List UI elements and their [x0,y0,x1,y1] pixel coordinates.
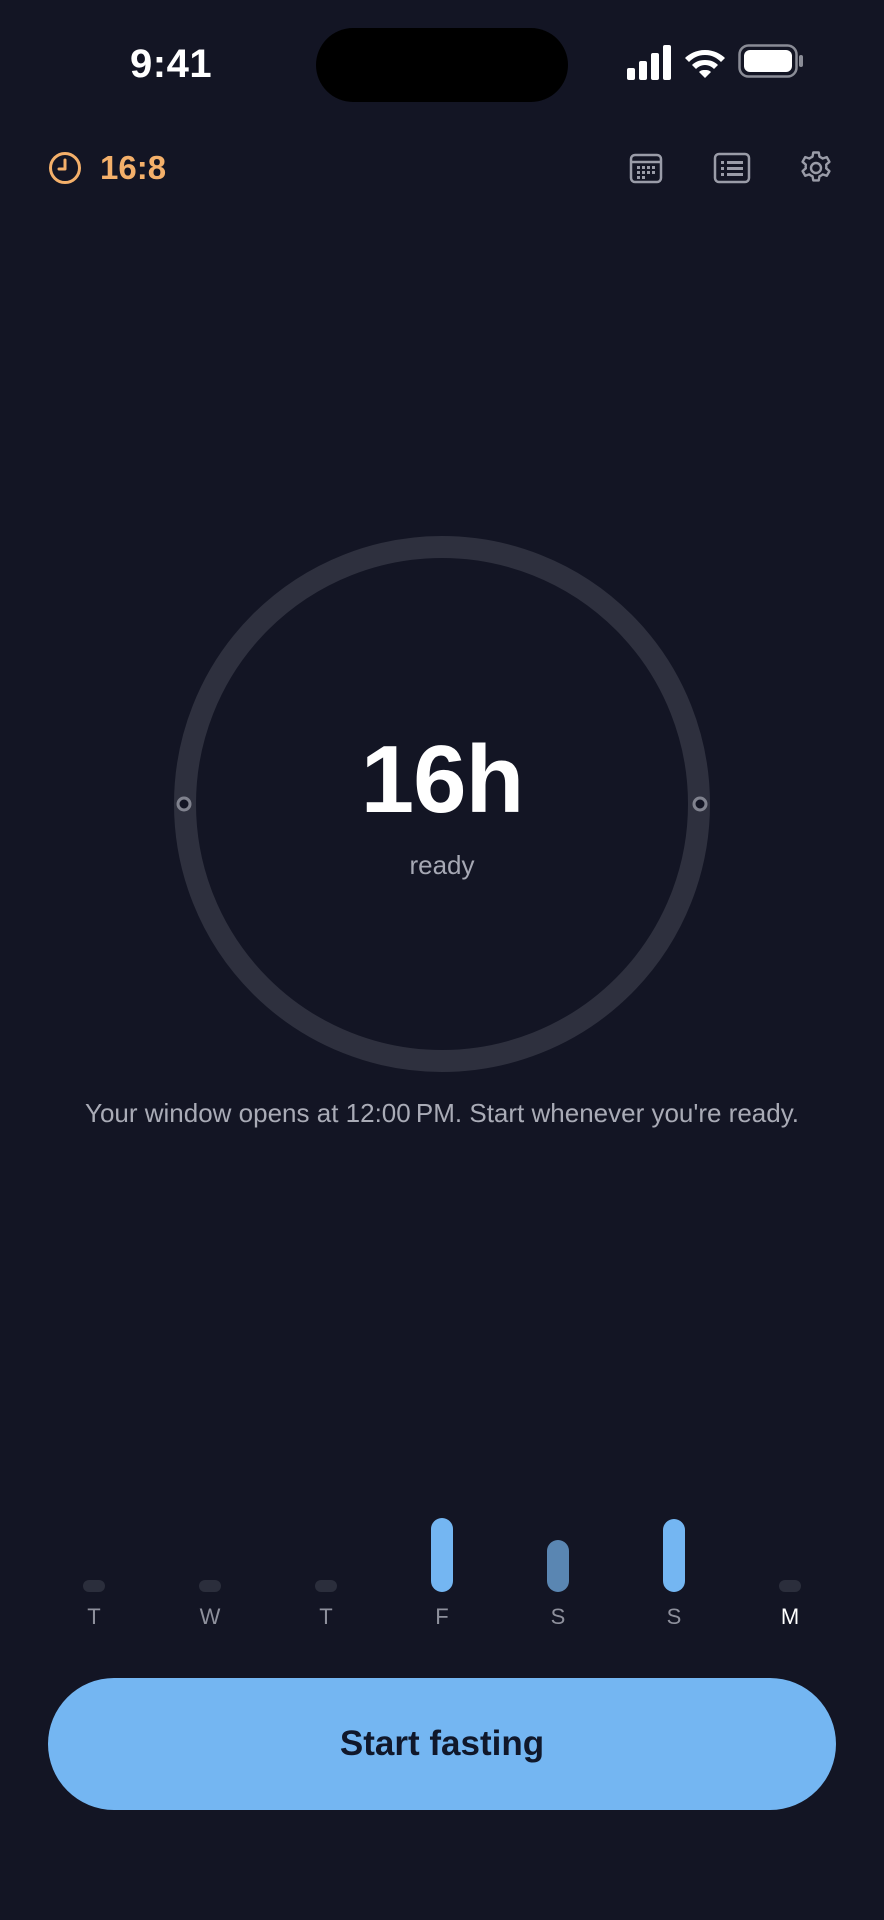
day-column[interactable]: T [268,1510,384,1630]
day-letter: S [550,1604,566,1629]
day-column[interactable]: S [616,1510,732,1630]
day-bar [199,1580,221,1592]
day-letter: S [666,1604,682,1629]
wifi-icon [685,50,725,78]
day-column[interactable]: F [384,1510,500,1630]
fasting-plan-badge[interactable]: 16:8 [48,148,166,188]
day-bar [663,1519,685,1592]
fasting-status-label: ready [409,850,475,880]
eating-window-message: Your window opens at 12:00 PM. Start whe… [84,1098,800,1128]
day-column[interactable]: T [36,1510,152,1630]
day-letter: W [199,1604,221,1629]
day-bar [779,1580,801,1592]
calendar-button[interactable] [626,148,666,188]
weekly-history: T W T F S S M [36,1510,848,1630]
day-letter: T [87,1604,101,1629]
clock-icon [49,152,81,184]
gear-icon [801,151,831,182]
list-icon [713,152,751,184]
day-bar [431,1518,453,1592]
day-letter: F [435,1604,449,1629]
day-letter: M [780,1604,800,1629]
day-column[interactable]: W [152,1510,268,1630]
status-time: 9:41 [130,42,213,86]
screen: 9:41 16:8 16h ready Your window opens at… [0,0,884,1920]
day-bar [315,1580,337,1592]
settings-button[interactable] [796,148,836,188]
day-bar [83,1580,105,1592]
cellular-signal-icon [627,45,671,80]
day-bar [547,1540,569,1592]
day-column-today[interactable]: M [732,1510,848,1630]
calendar-icon [629,153,663,184]
fasting-duration-value: 16h [360,726,524,833]
battery-icon [738,44,803,78]
history-list-button[interactable] [712,148,752,188]
fasting-plan-label: 16:8 [100,149,167,186]
dynamic-island [316,28,568,102]
day-letter: T [319,1604,333,1629]
start-fasting-button[interactable]: Start fasting [48,1678,836,1810]
day-column[interactable]: S [500,1510,616,1630]
